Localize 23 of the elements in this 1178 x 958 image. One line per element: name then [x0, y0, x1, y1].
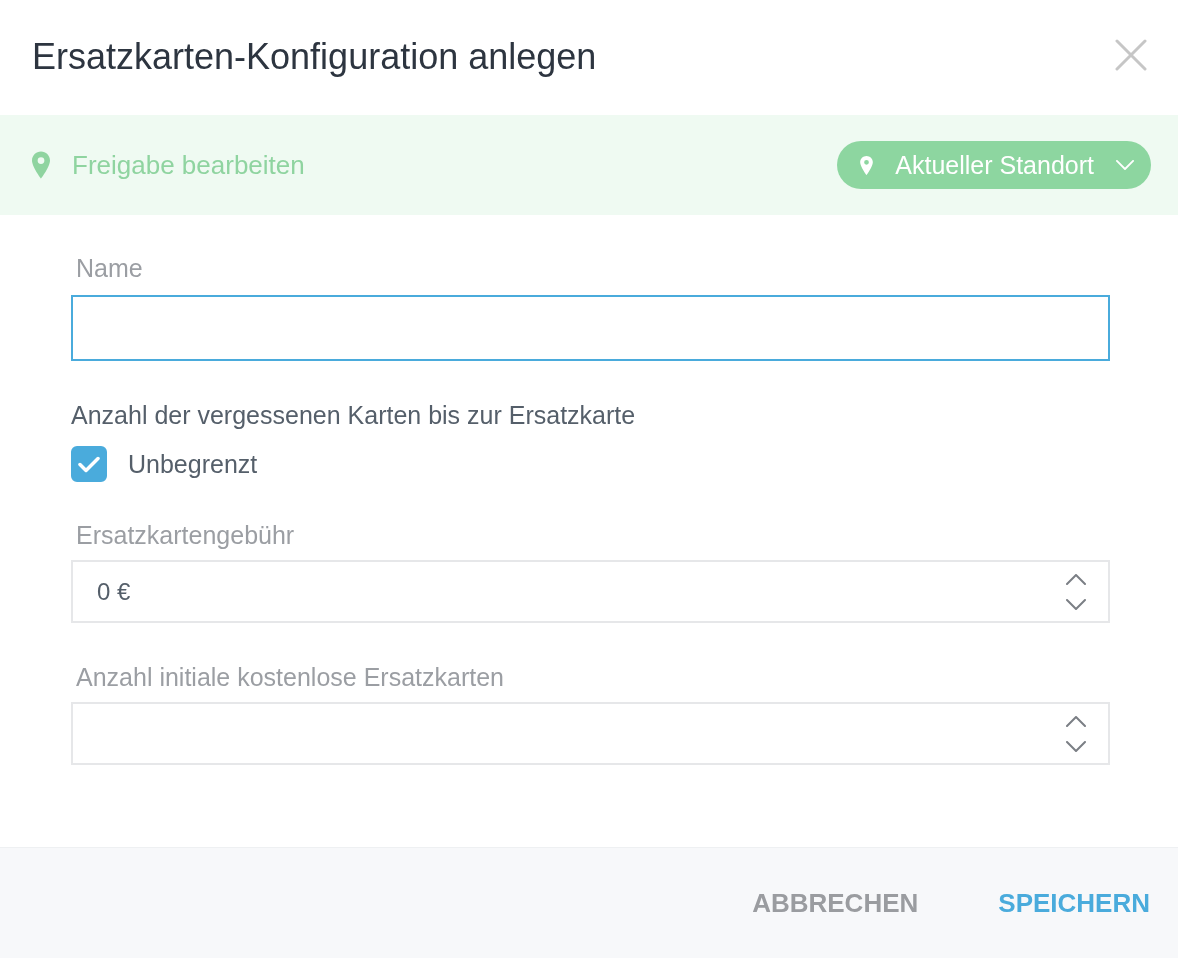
field-label: Ersatzkartengebühr [75, 520, 296, 550]
chevron-up-icon[interactable] [1066, 715, 1086, 727]
dialog-title: Ersatzkarten-Konfiguration anlegen [32, 35, 597, 79]
map-pin-icon [32, 151, 50, 179]
checkmark-icon [78, 455, 100, 473]
chevron-up-icon[interactable] [1066, 573, 1086, 585]
number-field[interactable]: 0 € [71, 560, 1110, 623]
section-label: Anzahl der vergessenen Karten bis zur Ersatzkarte [71, 400, 637, 430]
close-icon [1115, 38, 1147, 71]
number-field[interactable] [71, 702, 1110, 765]
map-pin-icon [860, 155, 874, 175]
chevron-down-icon[interactable] [1066, 598, 1086, 610]
save-button[interactable]: SPEICHERN [998, 879, 1150, 927]
cancel-button[interactable]: ABBRECHEN [752, 879, 919, 927]
share-link[interactable]: Freigabe bearbeiten [32, 149, 305, 181]
input-field[interactable] [71, 295, 1110, 361]
location-dropdown[interactable]: Aktueller Standort [837, 141, 1151, 189]
field-label: Anzahl initiale kostenlose Ersatzkarten [75, 662, 505, 692]
chevron-down-icon[interactable] [1066, 740, 1086, 752]
checkbox[interactable] [71, 446, 107, 482]
field-label: Name [75, 253, 144, 283]
chevron-down-icon [1116, 160, 1134, 170]
checkbox-label[interactable]: Unbegrenzt [128, 449, 258, 479]
